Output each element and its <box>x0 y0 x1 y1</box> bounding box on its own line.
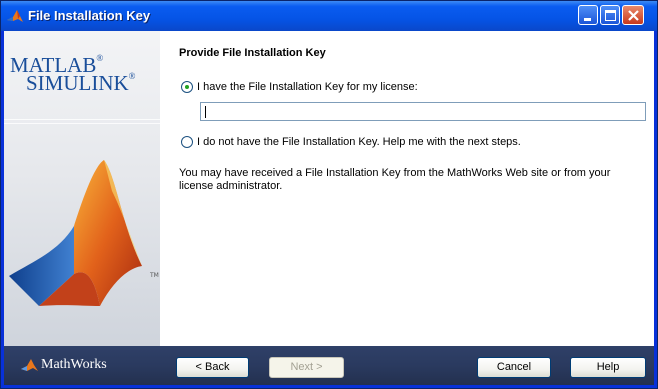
branding-sidebar: MATLAB® SIMULINK® TM <box>4 31 160 346</box>
sidebar-divider <box>4 123 160 124</box>
mathworks-logo-icon <box>21 359 38 371</box>
button-bar: MathWorks < Back Next > Cancel Help <box>4 346 654 385</box>
option-no-key[interactable]: I do not have the File Installation Key.… <box>181 134 521 150</box>
option-have-key-label: I have the File Installation Key for my … <box>197 81 418 93</box>
minimize-button[interactable] <box>578 5 598 25</box>
matlab-membrane-logo-icon <box>9 160 142 306</box>
help-button[interactable]: Help <box>570 357 646 378</box>
minimize-icon <box>584 18 591 21</box>
window-title: File Installation Key <box>28 8 151 23</box>
text-cursor <box>205 106 206 118</box>
radio-no-key[interactable] <box>181 136 193 148</box>
file-installation-key-input[interactable] <box>200 102 646 121</box>
info-text: You may have received a File Installatio… <box>179 167 611 192</box>
matlab-membrane-icon <box>6 7 24 25</box>
option-no-key-label: I do not have the File Installation Key.… <box>197 136 521 148</box>
back-button[interactable]: < Back <box>176 357 249 378</box>
cancel-button[interactable]: Cancel <box>477 357 551 378</box>
next-button[interactable]: Next > <box>269 357 344 378</box>
trademark-mark: TM <box>150 272 159 279</box>
maximize-icon <box>605 10 616 21</box>
option-have-key[interactable]: I have the File Installation Key for my … <box>181 79 418 95</box>
close-button[interactable] <box>622 5 644 25</box>
close-icon <box>628 10 639 21</box>
mathworks-wordmark: MathWorks <box>41 357 107 372</box>
sidebar-divider <box>4 119 160 120</box>
dialog-client-area: MATLAB® SIMULINK® TM Provide File Instal… <box>4 31 654 385</box>
main-content: Provide File Installation Key I have the… <box>160 31 654 346</box>
maximize-button[interactable] <box>600 5 620 25</box>
installer-window: File Installation Key MATLAB® SIMULINK® <box>0 0 658 389</box>
page-heading: Provide File Installation Key <box>179 47 326 59</box>
radio-have-key[interactable] <box>181 81 193 93</box>
simulink-wordmark: SIMULINK® <box>26 71 136 95</box>
title-bar[interactable]: File Installation Key <box>1 1 657 31</box>
